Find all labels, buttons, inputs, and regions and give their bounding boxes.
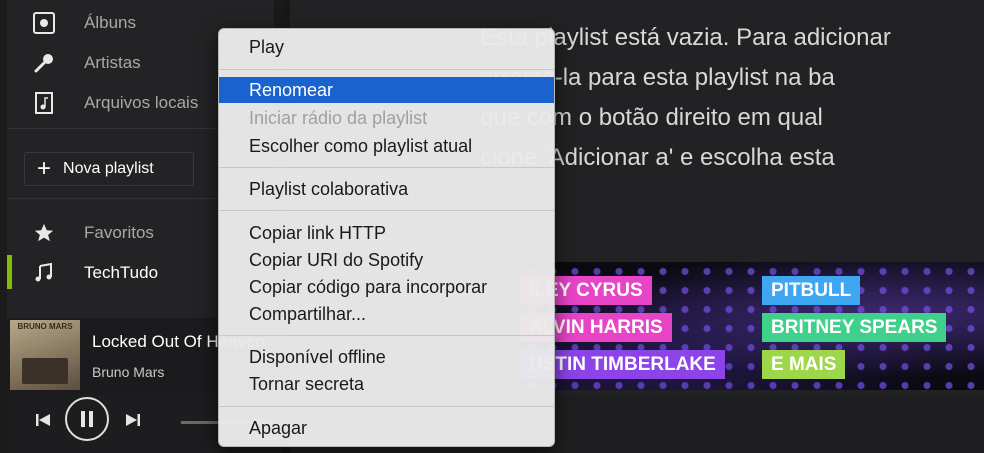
album-art-piano bbox=[22, 358, 68, 384]
sidebar-item-artists[interactable]: Artistas bbox=[30, 45, 230, 81]
message-line: que com o botão direito em qual bbox=[480, 104, 823, 131]
sidebar-item-label: Arquivos locais bbox=[84, 93, 199, 112]
sidebar-item-albums[interactable]: Álbuns bbox=[30, 5, 230, 41]
microphone-icon bbox=[30, 49, 58, 77]
banner-tag: PITBULL bbox=[762, 276, 861, 305]
next-icon bbox=[126, 414, 140, 426]
message-line: Esta playlist está vazia. Para adicionar bbox=[480, 24, 891, 51]
active-indicator bbox=[7, 255, 12, 289]
menu-item-collaborative[interactable]: Playlist colaborativa bbox=[219, 176, 554, 202]
menu-item-set-current[interactable]: Escolher como playlist atual bbox=[219, 133, 554, 159]
pause-button[interactable] bbox=[65, 397, 109, 441]
sidebar-item-label: Artistas bbox=[84, 53, 141, 72]
new-playlist-label: Nova playlist bbox=[63, 160, 154, 177]
menu-item-rename[interactable]: Renomear bbox=[219, 77, 554, 103]
local-file-icon bbox=[30, 89, 58, 117]
menu-separator bbox=[219, 167, 554, 168]
menu-item-copy-embed[interactable]: Copiar código para incorporar bbox=[219, 274, 554, 300]
promo-banner[interactable]: ILEY CYRUS PITBULL ALVIN HARRIS BRITNEY … bbox=[520, 262, 984, 390]
menu-item-start-radio: Iniciar rádio da playlist bbox=[249, 107, 428, 128]
next-button[interactable] bbox=[123, 410, 143, 430]
track-artist[interactable]: Bruno Mars bbox=[92, 364, 164, 380]
music-note-icon bbox=[30, 259, 58, 287]
album-art[interactable]: BRUNO MARS bbox=[10, 320, 80, 390]
empty-playlist-message: Esta playlist está vazia. Para adicionar… bbox=[480, 18, 984, 178]
context-menu: Play Renomear Iniciar rádio da playlist … bbox=[218, 28, 555, 447]
main-bottom-bar bbox=[520, 394, 984, 453]
menu-item-share[interactable]: Compartilhar... bbox=[219, 301, 554, 327]
star-icon bbox=[30, 219, 58, 247]
sidebar-item-favorites[interactable]: Favoritos bbox=[30, 215, 230, 251]
album-art-text: BRUNO MARS bbox=[17, 322, 73, 331]
plus-icon: + bbox=[37, 155, 52, 182]
message-line: cione 'Adicionar a' e escolha esta bbox=[480, 144, 835, 171]
menu-item-play[interactable]: Play bbox=[219, 34, 554, 60]
menu-separator bbox=[219, 406, 554, 407]
sidebar-item-techtudo[interactable]: TechTudo bbox=[30, 255, 230, 291]
previous-icon bbox=[36, 414, 50, 426]
banner-tag: BRITNEY SPEARS bbox=[762, 313, 947, 342]
menu-item-copy-http[interactable]: Copiar link HTTP bbox=[219, 220, 554, 246]
menu-item-delete[interactable]: Apagar bbox=[219, 415, 554, 441]
pause-icon bbox=[81, 411, 93, 427]
menu-item-make-secret[interactable]: Tornar secreta bbox=[219, 371, 554, 397]
menu-separator bbox=[219, 335, 554, 336]
menu-separator bbox=[219, 69, 554, 70]
album-icon bbox=[30, 9, 58, 37]
sidebar-item-label: TechTudo bbox=[84, 263, 159, 282]
sidebar-item-label: Favoritos bbox=[84, 223, 154, 242]
sidebar-edge bbox=[0, 0, 7, 453]
previous-button[interactable] bbox=[33, 410, 53, 430]
menu-item-copy-uri[interactable]: Copiar URI do Spotify bbox=[219, 247, 554, 273]
menu-item-offline[interactable]: Disponível offline bbox=[219, 344, 554, 370]
sidebar-item-local-files[interactable]: Arquivos locais bbox=[30, 85, 230, 121]
menu-separator bbox=[219, 210, 554, 211]
new-playlist-button[interactable]: + Nova playlist bbox=[24, 152, 194, 186]
banner-tag: E MAIS bbox=[762, 350, 846, 379]
sidebar-item-label: Álbuns bbox=[84, 13, 136, 32]
message-line: arrastá-la para esta playlist na ba bbox=[480, 64, 835, 91]
